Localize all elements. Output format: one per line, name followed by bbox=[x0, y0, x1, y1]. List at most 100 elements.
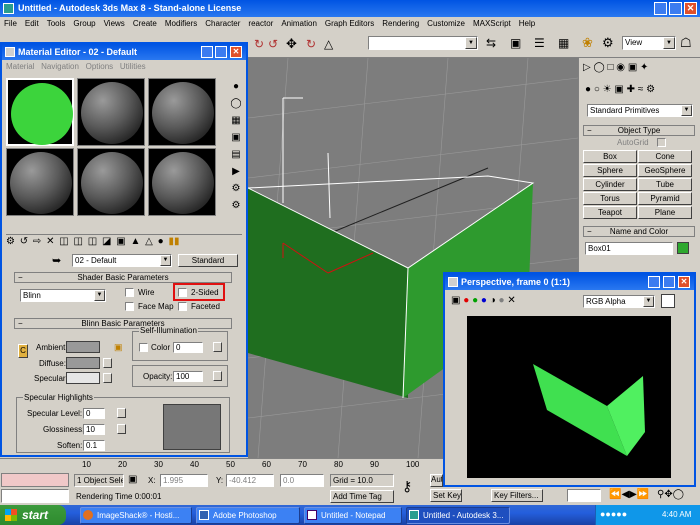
undo-icon[interactable]: ↺ bbox=[268, 37, 278, 51]
menu-group[interactable]: Group bbox=[69, 17, 99, 30]
menu-rendering[interactable]: Rendering bbox=[378, 17, 423, 30]
menu-modifiers[interactable]: Modifiers bbox=[161, 17, 201, 30]
diffuse-map-button[interactable] bbox=[103, 358, 112, 368]
put-library-icon[interactable]: ◫ bbox=[88, 236, 97, 247]
rf-maximize-button[interactable] bbox=[663, 276, 675, 288]
get-material-icon[interactable]: ⚙ bbox=[6, 236, 15, 247]
go-to-parent-icon[interactable]: △ bbox=[145, 236, 153, 247]
task-photoshop[interactable]: Adobe Photoshop bbox=[196, 507, 300, 524]
hierarchy-tab-icon[interactable]: □ bbox=[607, 62, 613, 73]
menu-animation[interactable]: Animation bbox=[277, 17, 321, 30]
backlight-icon[interactable]: ◯ bbox=[228, 95, 244, 112]
tube-button[interactable]: Tube bbox=[638, 178, 692, 191]
shapes-icon[interactable]: ○ bbox=[594, 84, 600, 95]
tray-icons[interactable]: ●●●●● bbox=[600, 509, 627, 519]
menu-create[interactable]: Create bbox=[129, 17, 161, 30]
key-filters-button[interactable]: Key Filters... bbox=[491, 489, 543, 502]
me-menu-options[interactable]: Options bbox=[86, 62, 114, 71]
cameras-icon[interactable]: ▣ bbox=[614, 84, 623, 95]
x-coordinate[interactable]: 1.995 bbox=[160, 474, 208, 487]
material-effects-icon[interactable]: ◪ bbox=[102, 236, 111, 247]
rf-close-button[interactable]: ✕ bbox=[678, 276, 690, 288]
utilities-tab-icon[interactable]: ✦ bbox=[640, 62, 648, 73]
sample-uv-icon[interactable]: ▣ bbox=[228, 129, 244, 146]
curve-editor-icon[interactable]: ▦ bbox=[558, 36, 569, 50]
render-scene-icon[interactable]: ⚙ bbox=[602, 35, 614, 51]
lights-icon[interactable]: ☀ bbox=[603, 84, 612, 95]
face-map-checkbox[interactable] bbox=[125, 302, 134, 311]
menu-tools[interactable]: Tools bbox=[43, 17, 70, 30]
pick-material-icon[interactable]: ➥ bbox=[52, 254, 61, 267]
background-icon[interactable]: ▦ bbox=[228, 112, 244, 129]
object-color-swatch[interactable] bbox=[677, 242, 689, 254]
lock-color-button[interactable]: C bbox=[18, 344, 28, 358]
material-editor-icon[interactable]: ❀ bbox=[582, 35, 593, 51]
box-button[interactable]: Box bbox=[583, 150, 637, 163]
helpers-icon[interactable]: ✚ bbox=[627, 84, 635, 95]
menu-maxscript[interactable]: MAXScript bbox=[469, 17, 515, 30]
menu-help[interactable]: Help bbox=[515, 17, 539, 30]
maximize-button[interactable] bbox=[669, 2, 682, 15]
maxscript-input[interactable] bbox=[1, 489, 69, 503]
create-tab-icon[interactable]: ▷ bbox=[583, 62, 591, 73]
torus-button[interactable]: Torus bbox=[583, 192, 637, 205]
make-unique-icon[interactable]: ◫ bbox=[74, 236, 83, 247]
autogrid-checkbox[interactable] bbox=[657, 138, 666, 147]
menu-edit[interactable]: Edit bbox=[21, 17, 43, 30]
menu-file[interactable]: File bbox=[0, 17, 21, 30]
z-coordinate[interactable]: 0.0 bbox=[280, 474, 324, 487]
menu-customize[interactable]: Customize bbox=[423, 17, 469, 30]
material-type-button[interactable]: Standard bbox=[178, 254, 238, 267]
specular-swatch[interactable] bbox=[66, 372, 100, 384]
diffuse-swatch[interactable] bbox=[66, 357, 100, 369]
set-key-label-button[interactable]: Set Key bbox=[430, 489, 462, 502]
selection-set-dropdown[interactable]: ▼ bbox=[368, 36, 478, 50]
sample-slot-4[interactable] bbox=[6, 148, 74, 216]
alpha-channel-icon[interactable]: ◑ bbox=[490, 295, 496, 306]
show-map-icon[interactable]: ▣ bbox=[116, 236, 125, 247]
rotate-icon[interactable]: ↻ bbox=[306, 37, 316, 51]
put-to-scene-icon[interactable]: ↺ bbox=[20, 236, 28, 247]
cylinder-button[interactable]: Cylinder bbox=[583, 178, 637, 191]
sphere-button[interactable]: Sphere bbox=[583, 164, 637, 177]
teapot-button[interactable]: Teapot bbox=[583, 206, 637, 219]
material-map-navigator-icon[interactable]: ▮▮ bbox=[168, 236, 179, 247]
copy-material-icon[interactable]: ◫ bbox=[59, 236, 68, 247]
menu-character[interactable]: Character bbox=[201, 17, 244, 30]
wire-checkbox[interactable] bbox=[125, 288, 134, 297]
sample-slot-3[interactable] bbox=[148, 78, 216, 146]
opacity-map-button[interactable] bbox=[213, 371, 222, 381]
task-3dsmax[interactable]: Untitled - Autodesk 3... bbox=[406, 507, 510, 524]
spec-level-map-button[interactable] bbox=[117, 408, 126, 418]
blinn-basic-rollout[interactable]: − Blinn Basic Parameters bbox=[14, 318, 232, 329]
start-button[interactable]: start bbox=[0, 505, 66, 525]
task-notepad[interactable]: Untitled - Notepad bbox=[304, 507, 402, 524]
task-imageshack[interactable]: ImageShack® - Hosti... bbox=[80, 507, 192, 524]
close-button[interactable]: ✕ bbox=[684, 2, 697, 15]
menu-views[interactable]: Views bbox=[100, 17, 129, 30]
systems-icon[interactable]: ⚙ bbox=[646, 84, 655, 95]
sample-slot-6[interactable] bbox=[148, 148, 216, 216]
material-name-field[interactable]: 02 - Default ▼ bbox=[72, 254, 172, 267]
display-tab-icon[interactable]: ▣ bbox=[628, 62, 637, 73]
sample-slot-5[interactable] bbox=[77, 148, 145, 216]
spacewarps-icon[interactable]: ≈ bbox=[638, 84, 644, 95]
assign-material-icon[interactable]: ⇨ bbox=[33, 236, 41, 247]
add-time-tag-button[interactable]: Add Time Tag bbox=[330, 490, 394, 503]
background-color-swatch[interactable] bbox=[661, 294, 675, 308]
glossiness-value[interactable]: 10 bbox=[83, 424, 105, 435]
maxscript-listener[interactable] bbox=[1, 473, 69, 487]
layer-manager-icon[interactable]: ☰ bbox=[534, 36, 545, 50]
me-menu-navigation[interactable]: Navigation bbox=[41, 62, 79, 71]
modify-tab-icon[interactable]: ◯ bbox=[593, 62, 604, 73]
self-illum-value[interactable]: 0 bbox=[173, 342, 203, 353]
green-channel-icon[interactable]: ● bbox=[472, 295, 478, 306]
select-by-material-icon[interactable]: ⚙ bbox=[228, 197, 244, 214]
specular-map-button[interactable] bbox=[103, 373, 112, 383]
lock-icon[interactable]: ▣ bbox=[114, 342, 123, 353]
sample-type-icon[interactable]: ● bbox=[228, 78, 244, 95]
primitives-dropdown[interactable]: Standard Primitives ▼ bbox=[587, 104, 693, 117]
shader-dropdown[interactable]: Blinn ▼ bbox=[20, 289, 106, 302]
spec-level-value[interactable]: 0 bbox=[83, 408, 105, 419]
select-region-icon[interactable]: ↻ bbox=[254, 37, 264, 51]
